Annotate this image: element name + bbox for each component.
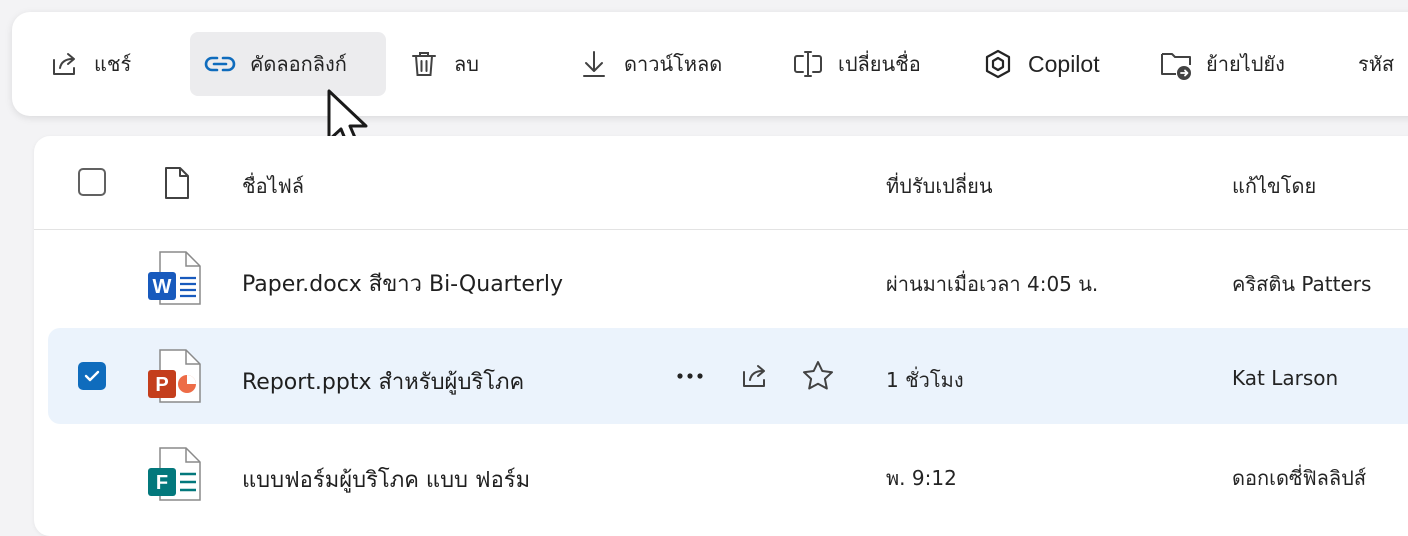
copy-link-label: คัดลอกลิงก์: [250, 52, 347, 76]
file-name[interactable]: Report.pptx สำหรับผู้บริโภค: [242, 364, 524, 399]
file-type-icon: [162, 166, 192, 204]
copilot-icon: [980, 46, 1016, 82]
list-header: ชื่อไฟล์ ที่ปรับเปลี่ยน แก้ไขโดย: [34, 136, 1408, 230]
copilot-button[interactable]: Copilot: [980, 32, 1100, 96]
file-name[interactable]: แบบฟอร์มผู้บริโภค แบบ ฟอร์ม: [242, 462, 530, 497]
trash-icon: [406, 46, 442, 82]
file-list: ชื่อไฟล์ ที่ปรับเปลี่ยน แก้ไขโดย W Paper…: [34, 136, 1408, 536]
file-modified-by: Kat Larson: [1232, 366, 1339, 390]
svg-text:W: W: [153, 276, 172, 298]
share-icon: [46, 46, 82, 82]
download-button[interactable]: ดาวน์โหลด: [576, 32, 722, 96]
rename-label: เปลี่ยนชื่อ: [838, 52, 921, 76]
share-label: แชร์: [94, 52, 132, 76]
rename-button[interactable]: เปลี่ยนชื่อ: [790, 32, 921, 96]
share-button[interactable]: แชร์: [46, 32, 131, 96]
svg-text:P: P: [155, 374, 168, 396]
more-options-icon[interactable]: [670, 356, 710, 396]
forms-file-icon: F: [146, 444, 206, 504]
table-row[interactable]: W Paper.docx สีขาว Bi-Quarterly ผ่านมาเม…: [48, 232, 1408, 328]
word-file-icon: W: [146, 248, 206, 308]
command-bar: แชร์ คัดลอกลิงก์ ลบ ดาวน์โหลด เปลี่ยนชื่…: [12, 12, 1408, 116]
file-modified-by: ดอกเดซี่ฟิลลิปส์: [1232, 466, 1367, 490]
svg-text:F: F: [156, 472, 168, 494]
row-share-icon[interactable]: [734, 356, 774, 396]
link-icon: [202, 46, 238, 82]
delete-button[interactable]: ลบ: [406, 32, 479, 96]
select-all-checkbox[interactable]: [78, 168, 106, 196]
more-button[interactable]: รหัส: [1358, 32, 1394, 96]
table-row-selected[interactable]: P Report.pptx สำหรับผู้บริโภค 1 ชั่วโมง …: [48, 328, 1408, 424]
column-modified-by-header[interactable]: แก้ไขโดย: [1232, 170, 1316, 202]
copy-link-button[interactable]: คัดลอกลิงก์: [190, 32, 386, 96]
row-checkbox-checked[interactable]: [78, 362, 106, 390]
delete-label: ลบ: [454, 52, 479, 76]
column-name-header[interactable]: ชื่อไฟล์: [242, 170, 304, 202]
folder-move-icon: [1158, 46, 1194, 82]
powerpoint-file-icon: P: [146, 346, 206, 406]
download-icon: [576, 46, 612, 82]
file-modified: 1 ชั่วโมง: [886, 368, 964, 392]
file-modified-by: คริสติน Patters: [1232, 272, 1372, 296]
file-modified: ผ่านมาเมื่อเวลา 4:05 น.: [886, 272, 1099, 296]
column-modified-header[interactable]: ที่ปรับเปลี่ยน: [886, 170, 993, 202]
table-row[interactable]: F แบบฟอร์มผู้บริโภค แบบ ฟอร์ม พ. 9:12 ดอ…: [48, 426, 1408, 522]
move-to-label: ย้ายไปยัง: [1206, 52, 1285, 76]
download-label: ดาวน์โหลด: [624, 52, 723, 76]
copilot-label: Copilot: [1028, 50, 1100, 77]
file-modified: พ. 9:12: [886, 466, 957, 490]
checkmark-icon: [84, 370, 100, 382]
rename-icon: [790, 46, 826, 82]
more-label: รหัส: [1358, 52, 1395, 76]
file-name[interactable]: Paper.docx สีขาว Bi-Quarterly: [242, 266, 563, 301]
favorite-star-icon[interactable]: [798, 356, 838, 396]
move-to-button[interactable]: ย้ายไปยัง: [1158, 32, 1285, 96]
